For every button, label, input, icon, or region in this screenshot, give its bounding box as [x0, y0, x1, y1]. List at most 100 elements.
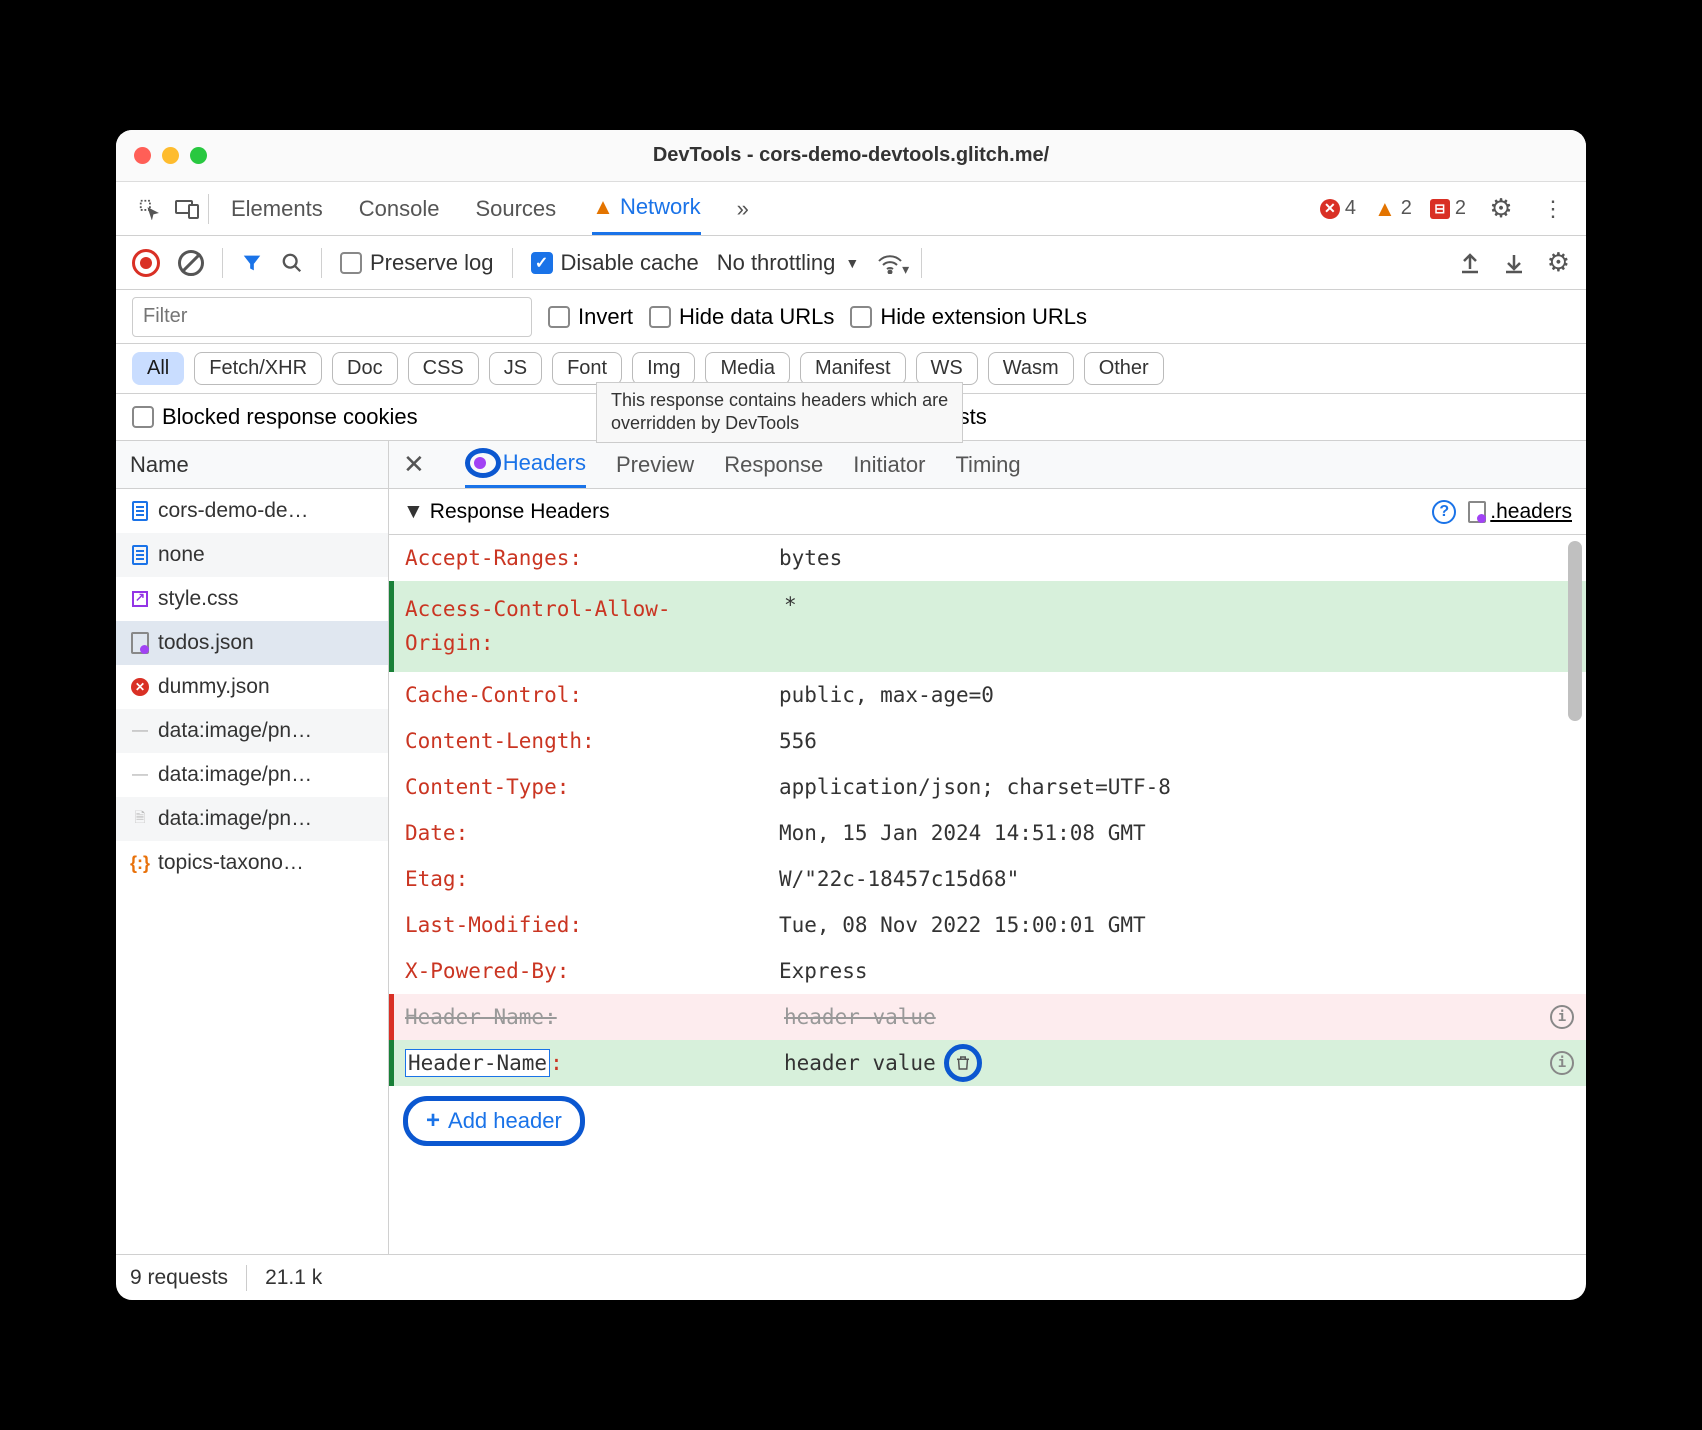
minimize-window-button[interactable]	[162, 147, 179, 164]
divider	[208, 194, 209, 224]
header-row: Cache-Control: public, max-age=0	[389, 672, 1586, 718]
invert-checkbox[interactable]: Invert	[548, 304, 633, 330]
headers-file-link[interactable]: .headers	[1468, 500, 1572, 524]
scrollbar-thumb[interactable]	[1568, 541, 1582, 721]
filter-toggle-icon[interactable]	[241, 252, 263, 274]
panel-tabs-row: Elements Console Sources ▲ Network » ✕ 4…	[116, 182, 1586, 236]
help-icon[interactable]: ?	[1432, 500, 1456, 524]
header-value: Tue, 08 Nov 2022 15:00:01 GMT	[769, 909, 1586, 941]
request-row[interactable]: — data:image/pn…	[116, 753, 388, 797]
request-row-selected[interactable]: todos.json	[116, 621, 388, 665]
filter-row: Invert Hide data URLs Hide extension URL…	[116, 290, 1586, 344]
request-label: data:image/pn…	[158, 807, 312, 831]
checkbox-icon	[548, 306, 570, 328]
request-row[interactable]: {:} topics-taxono…	[116, 841, 388, 885]
record-button[interactable]	[132, 249, 160, 277]
search-icon[interactable]	[281, 252, 303, 274]
issues-count[interactable]: ⊟ 2	[1430, 197, 1466, 220]
tab-console[interactable]: Console	[359, 182, 440, 235]
tab-network[interactable]: ▲ Network	[592, 182, 700, 235]
header-value-editable[interactable]: header value	[774, 1040, 1550, 1086]
chip-img[interactable]: Img	[632, 352, 695, 385]
traffic-lights	[134, 147, 207, 164]
download-har-icon[interactable]	[1503, 251, 1525, 275]
upload-har-icon[interactable]	[1459, 251, 1481, 275]
detail-tab-response[interactable]: Response	[724, 441, 823, 488]
kebab-menu-icon[interactable]: ⋮	[1536, 192, 1570, 226]
tab-more[interactable]: »	[737, 182, 749, 235]
network-settings-gear-icon[interactable]: ⚙	[1547, 247, 1570, 278]
hide-data-urls-checkbox[interactable]: Hide data URLs	[649, 304, 834, 330]
info-icon[interactable]: i	[1550, 1005, 1574, 1029]
header-name: Content-Type:	[389, 771, 769, 803]
checkbox-icon	[132, 406, 154, 428]
header-name: Content-Length:	[389, 725, 769, 757]
request-row[interactable]: none	[116, 533, 388, 577]
delete-header-button[interactable]	[944, 1044, 982, 1082]
divider	[921, 248, 922, 278]
blocked-cookies-checkbox[interactable]: Blocked response cookies	[132, 404, 418, 430]
header-name: X-Powered-By:	[389, 955, 769, 987]
tab-elements[interactable]: Elements	[231, 182, 323, 235]
info-icon[interactable]: i	[1550, 1051, 1574, 1075]
request-sidebar: Name cors-demo-de… none style.css todos.…	[116, 441, 389, 1254]
chip-doc[interactable]: Doc	[332, 352, 398, 385]
chip-ws[interactable]: WS	[916, 352, 978, 385]
clear-button[interactable]	[178, 250, 204, 276]
close-window-button[interactable]	[134, 147, 151, 164]
request-row[interactable]: — data:image/pn…	[116, 709, 388, 753]
file-override-icon	[1468, 501, 1486, 523]
preserve-log-checkbox[interactable]: Preserve log	[340, 250, 494, 276]
network-conditions-icon[interactable]: ▾	[877, 252, 903, 274]
name-column-header[interactable]: Name	[116, 441, 388, 489]
chip-css[interactable]: CSS	[408, 352, 479, 385]
header-name-editable[interactable]: Header-Name:	[394, 1045, 774, 1081]
add-header-button[interactable]: + Add header	[403, 1096, 585, 1146]
requests-count: 9 requests	[130, 1266, 228, 1290]
error-count[interactable]: ✕ 4	[1320, 197, 1356, 220]
header-value: header value	[774, 1001, 1550, 1033]
chip-all[interactable]: All	[132, 352, 184, 385]
hide-extension-urls-checkbox[interactable]: Hide extension URLs	[850, 304, 1087, 330]
add-header-label: Add header	[448, 1108, 562, 1134]
header-row: Last-Modified: Tue, 08 Nov 2022 15:00:01…	[389, 902, 1586, 948]
panel-tabs: Elements Console Sources ▲ Network »	[231, 182, 749, 235]
filter-input[interactable]	[132, 297, 532, 337]
network-toolbar: Preserve log ✓ Disable cache No throttli…	[116, 236, 1586, 290]
header-name: Date:	[389, 817, 769, 849]
close-detail-button[interactable]: ✕	[403, 449, 425, 480]
settings-gear-icon[interactable]: ⚙	[1484, 192, 1518, 226]
detail-tab-timing[interactable]: Timing	[955, 441, 1020, 488]
header-row: Content-Type: application/json; charset=…	[389, 764, 1586, 810]
disable-cache-checkbox[interactable]: ✓ Disable cache	[531, 250, 699, 276]
detail-tab-headers[interactable]: Headers	[465, 441, 586, 488]
maximize-window-button[interactable]	[190, 147, 207, 164]
response-headers-section-header[interactable]: ▼ Response Headers ? .headers	[389, 489, 1586, 535]
request-row[interactable]: 🗎 data:image/pn…	[116, 797, 388, 841]
inspect-icon[interactable]	[132, 192, 166, 226]
checkbox-icon	[340, 252, 362, 274]
checkbox-icon	[850, 306, 872, 328]
chip-other[interactable]: Other	[1084, 352, 1164, 385]
request-row[interactable]: ✕ dummy.json	[116, 665, 388, 709]
window-title: DevTools - cors-demo-devtools.glitch.me/	[116, 144, 1586, 167]
divider	[246, 1265, 247, 1291]
detail-tab-preview[interactable]: Preview	[616, 441, 694, 488]
request-label: data:image/pn…	[158, 763, 312, 787]
throttling-dropdown[interactable]: No throttling ▼	[717, 250, 859, 276]
header-value: application/json; charset=UTF-8	[769, 771, 1586, 803]
chip-fetch-xhr[interactable]: Fetch/XHR	[194, 352, 322, 385]
chip-font[interactable]: Font	[552, 352, 622, 385]
warning-count[interactable]: ▲ 2	[1374, 196, 1412, 222]
detail-tab-initiator[interactable]: Initiator	[853, 441, 925, 488]
chip-wasm[interactable]: Wasm	[988, 352, 1074, 385]
request-row[interactable]: style.css	[116, 577, 388, 621]
plus-icon: +	[426, 1107, 440, 1135]
device-toggle-icon[interactable]	[170, 192, 204, 226]
tab-sources[interactable]: Sources	[475, 182, 556, 235]
chip-manifest[interactable]: Manifest	[800, 352, 906, 385]
request-row[interactable]: cors-demo-de…	[116, 489, 388, 533]
chip-media[interactable]: Media	[705, 352, 789, 385]
header-value[interactable]: *	[774, 589, 1586, 621]
chip-js[interactable]: JS	[489, 352, 542, 385]
